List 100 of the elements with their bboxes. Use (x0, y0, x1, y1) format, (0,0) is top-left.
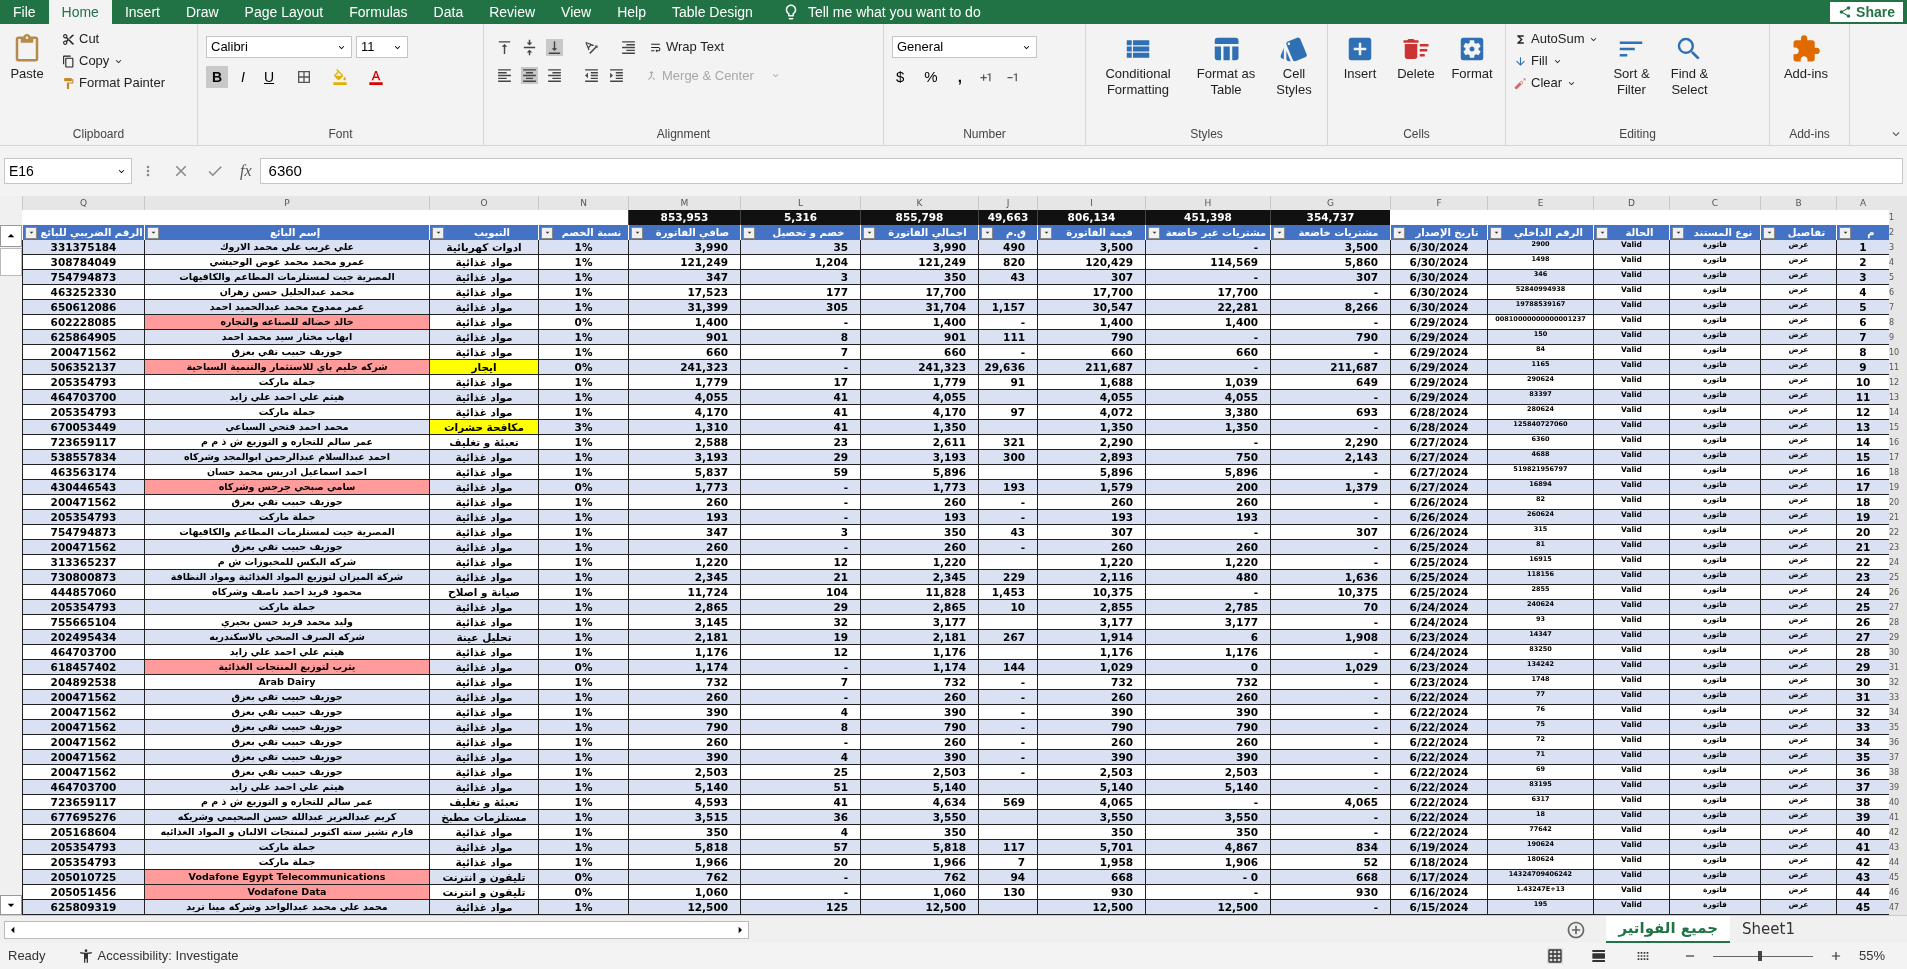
row-number[interactable]: 6 (1889, 285, 1907, 300)
increase-indent-icon[interactable] (608, 67, 625, 85)
comma-button[interactable]: , (953, 66, 966, 89)
row-number[interactable]: 12 (1889, 375, 1907, 390)
filter-dropdown-button[interactable] (1393, 226, 1405, 239)
name-box[interactable]: E16 (4, 158, 132, 184)
row-number[interactable]: 37 (1889, 750, 1907, 765)
row-number[interactable]: 21 (1889, 510, 1907, 525)
insert-function-button[interactable]: fx (240, 159, 252, 183)
row-number[interactable]: 36 (1889, 735, 1907, 750)
row-number[interactable]: 7 (1889, 300, 1907, 315)
format-as-table-button[interactable]: Format as Table (1186, 28, 1266, 125)
add-ins-button[interactable]: Add-ins (1774, 28, 1838, 125)
menu-tab[interactable]: File (0, 0, 49, 24)
row-number[interactable]: 47 (1889, 900, 1907, 915)
filter-dropdown-button[interactable] (1148, 226, 1160, 239)
row-number[interactable]: 8 (1889, 315, 1907, 330)
currency-button[interactable]: $ (892, 66, 909, 89)
column-letter[interactable]: C (1669, 196, 1760, 210)
column-letter[interactable]: Q (22, 196, 144, 210)
filter-dropdown-button[interactable] (1040, 226, 1052, 239)
column-letter[interactable]: A (1836, 196, 1889, 210)
row-number[interactable]: 20 (1889, 495, 1907, 510)
zoom-thumb[interactable] (1758, 951, 1762, 961)
menu-tab[interactable]: View (548, 0, 605, 24)
scroll-thumb[interactable] (0, 248, 22, 276)
scroll-up-button[interactable] (0, 225, 22, 247)
zoom-level[interactable]: 55% (1859, 946, 1899, 966)
row-number[interactable]: 17 (1889, 450, 1907, 465)
row-number[interactable]: 45 (1889, 870, 1907, 885)
row-number[interactable]: 26 (1889, 585, 1907, 600)
underline-button[interactable]: U (258, 66, 280, 88)
format-painter-button[interactable]: Format Painter (58, 72, 169, 94)
insert-button[interactable]: Insert (1332, 28, 1388, 125)
font-family-dropdown[interactable]: Calibri (206, 36, 352, 58)
filter-dropdown-button[interactable] (147, 226, 159, 239)
row-number[interactable]: 13 (1889, 390, 1907, 405)
menu-tab[interactable]: Formulas (336, 0, 421, 24)
row-number[interactable]: 15 (1889, 420, 1907, 435)
align-center-icon[interactable] (521, 67, 538, 85)
row-number[interactable]: 14 (1889, 405, 1907, 420)
column-letter[interactable]: N (538, 196, 628, 210)
align-top-icon[interactable] (496, 38, 513, 56)
menu-tab[interactable]: Home (48, 0, 112, 24)
row-number[interactable]: 9 (1889, 330, 1907, 345)
fill-color-icon[interactable] (332, 69, 348, 85)
menu-tab[interactable]: Draw (172, 0, 232, 24)
filter-dropdown-button[interactable] (1596, 226, 1608, 239)
number-format-dropdown[interactable]: General (892, 36, 1037, 58)
wrap-text-button[interactable]: Wrap Text (645, 36, 729, 58)
align-middle-icon[interactable] (521, 38, 538, 56)
decrease-indent-icon[interactable] (583, 67, 600, 85)
menu-tab[interactable]: Insert (111, 0, 173, 24)
row-number[interactable]: 18 (1889, 465, 1907, 480)
row-number[interactable]: 3 (1889, 240, 1907, 255)
borders-icon[interactable] (296, 69, 312, 85)
row-number[interactable]: 19 (1889, 480, 1907, 495)
row-number[interactable]: 41 (1889, 810, 1907, 825)
filter-dropdown-button[interactable] (981, 226, 993, 239)
column-letter[interactable]: E (1487, 196, 1593, 210)
autosum-button[interactable]: AutoSum (1510, 28, 1604, 50)
filter-dropdown-button[interactable] (541, 226, 553, 239)
filter-dropdown-button[interactable] (1672, 226, 1684, 239)
column-letter[interactable]: O (429, 196, 538, 210)
menu-tab[interactable]: Review (476, 0, 549, 24)
row-number[interactable]: 23 (1889, 540, 1907, 555)
tell-me-field[interactable]: Tell me what you want to do (781, 1, 981, 23)
filter-dropdown-button[interactable] (1490, 226, 1502, 239)
row-number[interactable]: 35 (1889, 720, 1907, 735)
fill-button[interactable]: Fill (1510, 50, 1604, 72)
row-number[interactable]: 22 (1889, 525, 1907, 540)
copy-button[interactable]: Copy (58, 50, 169, 72)
row-number[interactable]: 5 (1889, 270, 1907, 285)
menu-tab[interactable]: Help (604, 0, 659, 24)
align-bottom-icon[interactable] (546, 38, 563, 56)
filter-dropdown-button[interactable] (743, 226, 755, 239)
row-number[interactable]: 31 (1889, 660, 1907, 675)
row-number[interactable]: 16 (1889, 435, 1907, 450)
row-number[interactable]: 43 (1889, 840, 1907, 855)
row-number[interactable]: 38 (1889, 765, 1907, 780)
row-number[interactable]: 29 (1889, 630, 1907, 645)
column-letter[interactable]: D (1593, 196, 1669, 210)
horizontal-scrollbar[interactable] (4, 920, 749, 939)
cut-button[interactable]: Cut (58, 28, 169, 50)
align-left-icon[interactable] (496, 67, 513, 85)
scroll-down-button[interactable] (0, 895, 22, 915)
zoom-slider[interactable] (1713, 951, 1813, 961)
row-number[interactable]: 46 (1889, 885, 1907, 900)
row-number[interactable]: 42 (1889, 825, 1907, 840)
font-color-icon[interactable] (368, 69, 384, 85)
delete-button[interactable]: Delete (1388, 28, 1444, 125)
row-number[interactable]: 1 (1889, 210, 1907, 225)
font-size-dropdown[interactable]: 11 (356, 36, 408, 58)
row-number[interactable]: 40 (1889, 795, 1907, 810)
conditional-formatting-button[interactable]: Conditional Formatting (1090, 28, 1186, 125)
page-layout-icon[interactable] (1591, 948, 1607, 964)
align-right-icon[interactable] (546, 67, 563, 85)
filter-dropdown-button[interactable] (432, 226, 444, 239)
percent-button[interactable]: % (920, 66, 942, 89)
column-letter[interactable]: F (1390, 196, 1487, 210)
